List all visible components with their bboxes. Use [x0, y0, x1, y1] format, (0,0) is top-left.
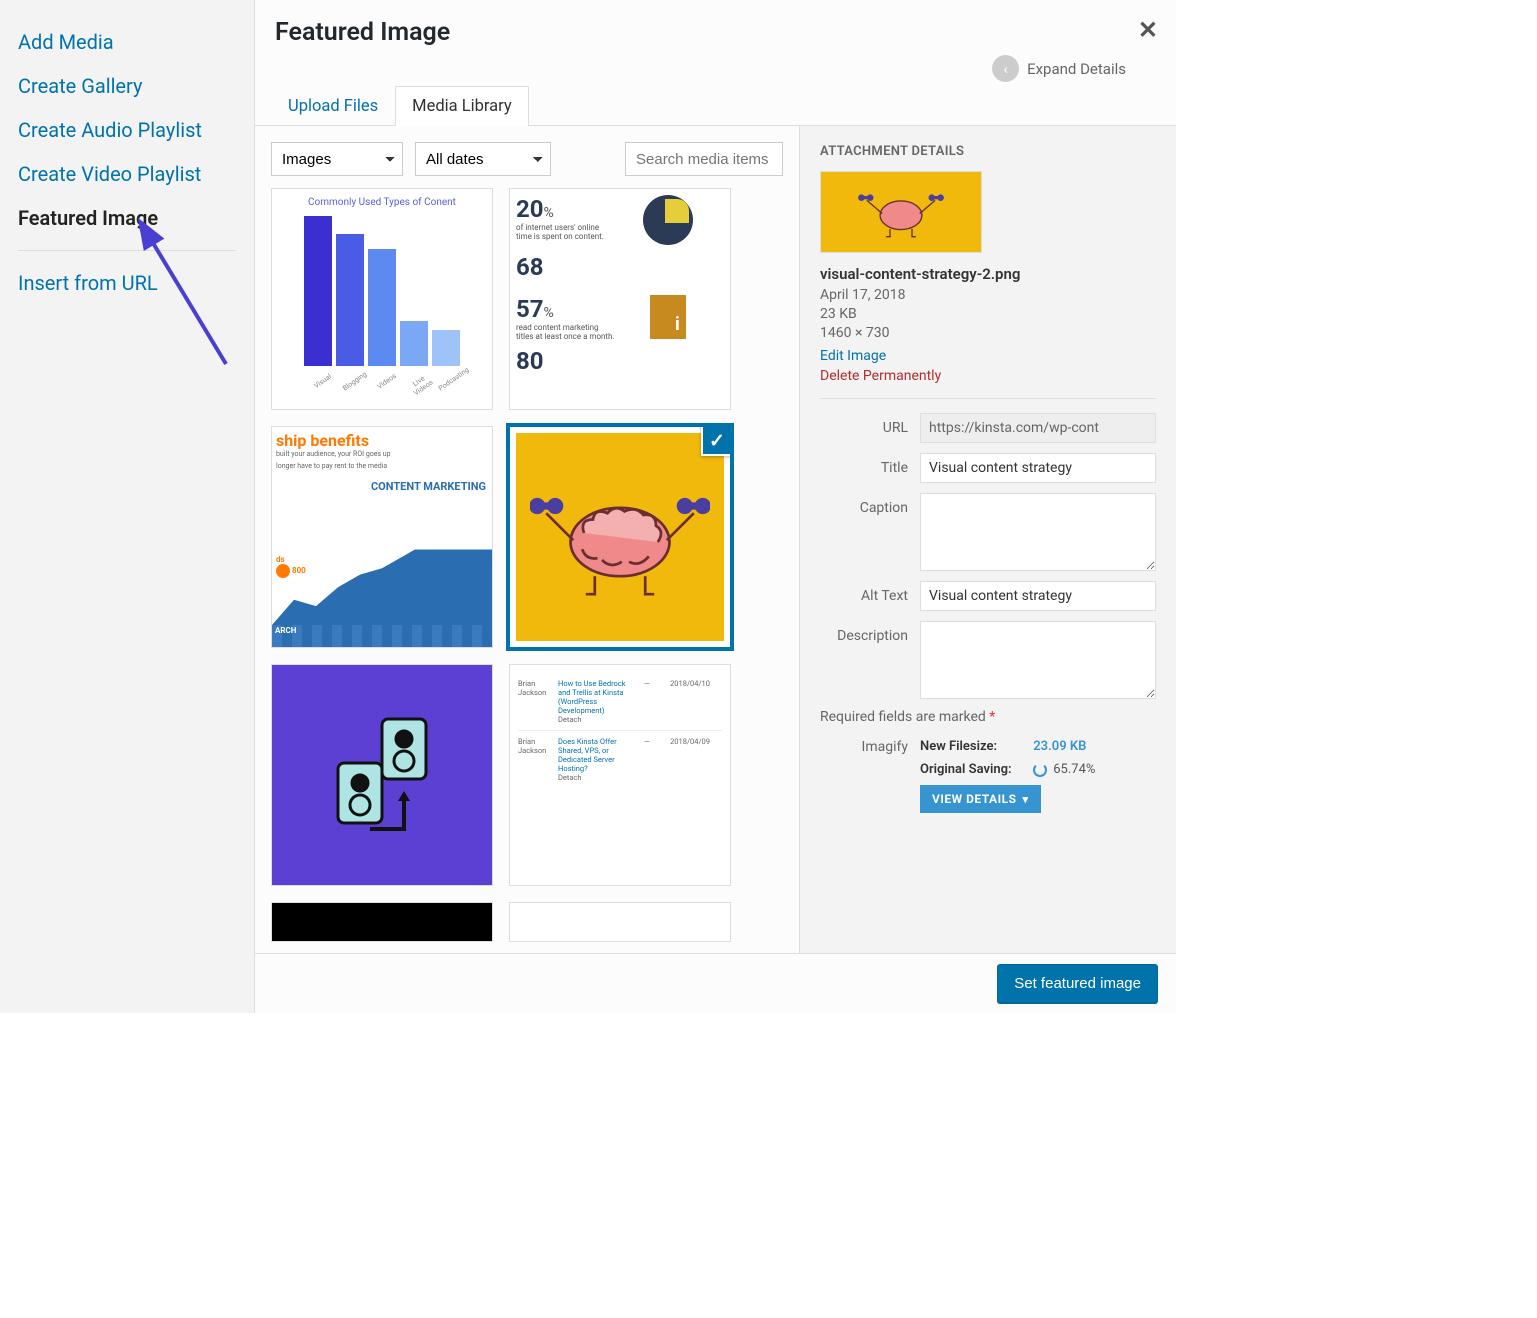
- details-heading: ATTACHMENT DETAILS: [820, 144, 1156, 159]
- thumb-bar-labels: VisualBloggingVideosLive VideosPodcastin…: [280, 366, 484, 386]
- servers-icon: [312, 705, 452, 845]
- brain-illustration: [530, 470, 710, 605]
- modal-main: Featured Image ‹ Expand Details Upload F…: [255, 0, 1176, 1013]
- description-field[interactable]: [920, 621, 1156, 699]
- details-filesize: 23 KB: [820, 306, 1156, 322]
- tabs: Upload Files Media Library: [255, 86, 1176, 126]
- alt-text-label: Alt Text: [820, 581, 920, 604]
- imagify-label: Imagify: [820, 739, 920, 813]
- details-date: April 17, 2018: [820, 287, 1156, 303]
- set-featured-image-button[interactable]: Set featured image: [997, 964, 1158, 1003]
- title-field[interactable]: [920, 453, 1156, 483]
- sidebar-item-create-gallery[interactable]: Create Gallery: [0, 64, 254, 108]
- person-icon: ds800: [276, 555, 306, 578]
- media-thumb[interactable]: [271, 902, 493, 942]
- sidebar-item-featured-image[interactable]: Featured Image: [0, 196, 254, 240]
- media-library-panel: Images All dates Commonly Used Types of …: [255, 126, 799, 1013]
- attachment-details-panel: ATTACHMENT DETAILS: [799, 126, 1176, 1013]
- media-thumb[interactable]: Brian Jackson How to Use Bedrock and Tre…: [509, 664, 731, 886]
- expand-details-toggle[interactable]: ‹ Expand Details: [992, 55, 1126, 82]
- thumb-bars: [280, 216, 484, 366]
- check-icon[interactable]: ✓: [701, 426, 731, 456]
- title-label: Title: [820, 453, 920, 476]
- spinner-icon: [1033, 763, 1047, 777]
- sidebar-item-create-audio-playlist[interactable]: Create Audio Playlist: [0, 108, 254, 152]
- url-field[interactable]: [920, 413, 1156, 443]
- tab-media-library[interactable]: Media Library: [395, 86, 529, 126]
- page-title: Featured Image: [275, 18, 450, 47]
- sidebar-item-add-media[interactable]: Add Media: [0, 20, 254, 64]
- media-grid-scroll[interactable]: Commonly Used Types of Conent VisualBlog…: [271, 188, 783, 997]
- tab-upload-files[interactable]: Upload Files: [271, 86, 395, 126]
- modal-footer: Set featured image: [255, 953, 1176, 1013]
- chevron-left-icon: ‹: [992, 55, 1019, 82]
- modal-sidebar: Add Media Create Gallery Create Audio Pl…: [0, 0, 255, 1013]
- caption-field[interactable]: [920, 493, 1156, 571]
- details-dimensions: 1460 × 730: [820, 325, 1156, 341]
- edit-image-link[interactable]: Edit Image: [820, 348, 886, 364]
- delete-permanently-link[interactable]: Delete Permanently: [820, 368, 941, 384]
- sidebar-item-insert-from-url[interactable]: Insert from URL: [0, 261, 254, 305]
- filter-date-select[interactable]: All dates: [415, 142, 551, 176]
- imagify-saving: 65.74%: [1053, 762, 1095, 777]
- library-toolbar: Images All dates: [271, 142, 783, 176]
- url-label: URL: [820, 413, 920, 436]
- details-thumbnail: [820, 171, 982, 253]
- view-details-button[interactable]: VIEW DETAILS▾: [920, 785, 1041, 813]
- document-icon: [650, 295, 686, 339]
- media-grid: Commonly Used Types of Conent VisualBlog…: [271, 188, 783, 942]
- media-thumb[interactable]: [509, 902, 731, 942]
- alt-text-field[interactable]: [920, 581, 1156, 611]
- imagify-new-filesize: 23.09 KB: [1033, 739, 1086, 754]
- media-thumb[interactable]: [271, 664, 493, 886]
- media-thumb-selected[interactable]: ✓: [509, 426, 731, 648]
- required-note: Required fields are marked *: [820, 709, 1156, 725]
- media-thumb[interactable]: Commonly Used Types of Conent VisualBlog…: [271, 188, 493, 410]
- media-modal: ✕ Add Media Create Gallery Create Audio …: [0, 0, 1176, 1013]
- sidebar-item-create-video-playlist[interactable]: Create Video Playlist: [0, 152, 254, 196]
- media-thumb[interactable]: ship benefits built your audience, your …: [271, 426, 493, 648]
- expand-details-label: Expand Details: [1027, 60, 1126, 78]
- media-thumb[interactable]: 20%of internet users' online time is spe…: [509, 188, 731, 410]
- details-filename: visual-content-strategy-2.png: [820, 265, 1156, 283]
- clock-icon: [643, 195, 693, 245]
- chevron-down-icon: ▾: [1023, 793, 1029, 806]
- filter-type-select[interactable]: Images: [271, 142, 403, 176]
- description-label: Description: [820, 621, 920, 644]
- thumb-title: Commonly Used Types of Conent: [280, 197, 484, 208]
- caption-label: Caption: [820, 493, 920, 516]
- search-input[interactable]: [625, 142, 783, 176]
- close-icon[interactable]: ✕: [1138, 16, 1158, 44]
- modal-header: Featured Image: [255, 0, 1176, 55]
